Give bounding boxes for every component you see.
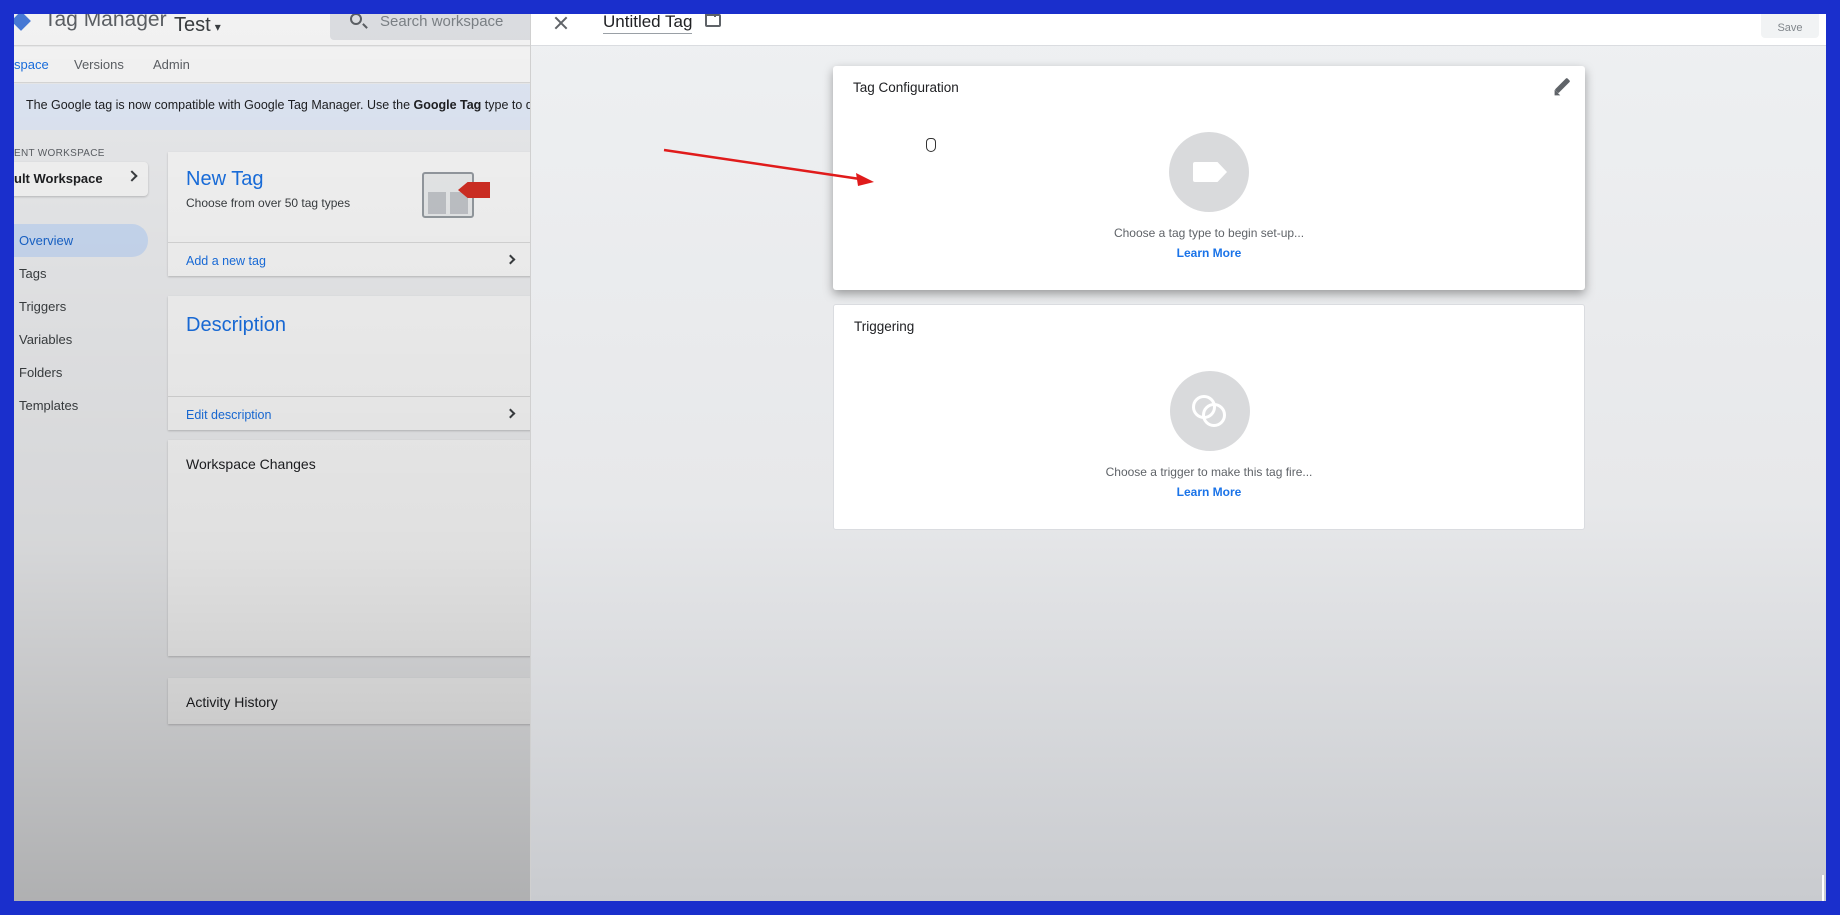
app-header: Tag Manager Test ▾ Search workspace (14, 14, 540, 46)
sidebar-nav: Overview Tags Triggers Variables Folders… (14, 224, 154, 422)
tag-configuration-hint: Choose a tag type to begin set-up... (1113, 226, 1305, 240)
add-new-tag-label: Add a new tag (186, 254, 266, 268)
sidebar-item-variables[interactable]: Variables (14, 323, 154, 356)
banner-text-suffix: type to deploy (484, 98, 534, 112)
workspace-name: ult Workspace (14, 171, 103, 186)
tab-versions[interactable]: Versions (74, 57, 124, 72)
app-title: Tag Manager (44, 14, 167, 31)
tag-configuration-card[interactable]: Tag Configuration Choose a tag type to b… (833, 66, 1585, 290)
tab-workspace[interactable]: space (14, 57, 49, 72)
workspace-tabs: space Versions Admin (14, 47, 534, 83)
close-icon[interactable] (551, 14, 571, 34)
tag-manager-logo-icon (14, 14, 31, 31)
activity-history-card[interactable]: Activity History (168, 678, 534, 724)
workspace-changes-title: Workspace Changes (186, 456, 316, 472)
triggering-learn-more[interactable]: Learn More (834, 485, 1584, 499)
save-button[interactable]: Save (1761, 14, 1819, 38)
workspace-changes-card: Workspace Changes (168, 440, 534, 656)
tag-name-field[interactable]: Untitled Tag (603, 14, 693, 34)
triggering-title: Triggering (854, 319, 915, 334)
caret-down-icon: ▾ (214, 20, 221, 34)
workspace-selector[interactable]: ult Workspace (14, 162, 148, 196)
search-input[interactable]: Search workspace (330, 14, 540, 40)
current-workspace-label: ENT WORKSPACE (14, 148, 105, 159)
sidebar-item-overview[interactable]: Overview (14, 224, 148, 257)
add-new-tag-link[interactable]: Add a new tag (168, 242, 534, 276)
chevron-right-icon (505, 408, 516, 419)
tag-type-icon (1193, 162, 1227, 182)
chevron-right-icon (505, 254, 516, 265)
annotation-arrow (663, 148, 874, 186)
background-workspace: Tag Manager Test ▾ Search workspace space… (14, 14, 540, 901)
description-title: Description (186, 314, 287, 336)
trigger-placeholder[interactable] (1170, 371, 1250, 451)
triggering-card[interactable]: Triggering Choose a trigger to make this… (833, 304, 1585, 530)
sidebar-item-tags[interactable]: Tags (14, 257, 154, 290)
new-tag-subtitle: Choose from over 50 tag types (186, 196, 351, 210)
container-name: Test (174, 14, 211, 36)
chevron-right-icon (126, 170, 138, 182)
new-tag-title: New Tag (186, 168, 264, 190)
screen-frame: Tag Manager Test ▾ Search workspace space… (14, 14, 1826, 901)
description-card: Description Edit description (168, 296, 534, 430)
info-banner: The Google tag is now compatible with Go… (14, 84, 534, 130)
edit-icon[interactable] (1553, 78, 1571, 96)
sidebar-item-templates[interactable]: Templates (14, 389, 154, 422)
sidebar-item-triggers[interactable]: Triggers (14, 290, 154, 323)
container-selector[interactable]: Test ▾ (174, 14, 221, 37)
search-placeholder: Search workspace (380, 14, 504, 30)
tag-type-placeholder[interactable] (1169, 132, 1249, 212)
trigger-icon (1192, 393, 1228, 429)
triggering-hint: Choose a trigger to make this tag fire..… (1105, 465, 1313, 479)
search-icon (350, 14, 362, 25)
activity-history-title: Activity History (186, 694, 278, 710)
banner-text-prefix: The Google tag is now compatible with Go… (26, 98, 414, 112)
tag-configuration-learn-more[interactable]: Learn More (833, 246, 1585, 260)
sheet-header: Untitled Tag Save (531, 14, 1826, 46)
tab-admin[interactable]: Admin (153, 57, 190, 72)
folder-icon[interactable] (705, 14, 721, 27)
edit-description-label: Edit description (186, 408, 272, 422)
tag-configuration-title: Tag Configuration (853, 80, 959, 95)
scrollbar[interactable] (1822, 875, 1824, 901)
edit-description-link[interactable]: Edit description (168, 396, 534, 430)
hand-cursor-icon (926, 138, 936, 152)
banner-text-bold: Google Tag (413, 98, 482, 112)
sidebar-item-folders[interactable]: Folders (14, 356, 154, 389)
new-tag-card: New Tag Choose from over 50 tag types Ad… (168, 152, 534, 276)
